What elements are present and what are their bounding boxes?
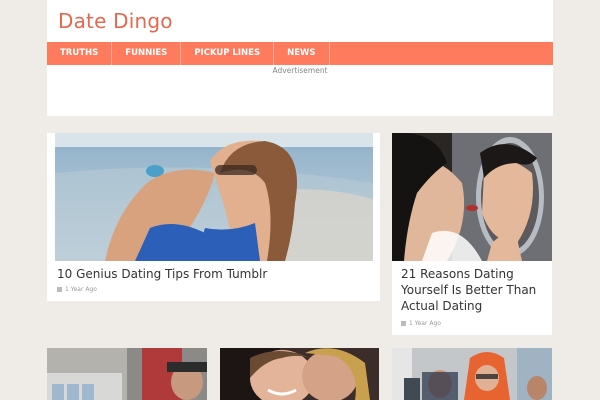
article-card[interactable]: 10 Genius Dating Tips From Tumblr 1 Year… (47, 133, 380, 301)
article-card[interactable]: 21 Reasons Dating Yourself Is Better Tha… (392, 133, 552, 335)
article-card[interactable] (220, 348, 379, 400)
site-title[interactable]: Date Dingo (58, 9, 173, 33)
article-thumbnail[interactable] (392, 348, 552, 400)
article-thumbnail[interactable] (220, 348, 379, 400)
office-photo (47, 348, 207, 400)
article-date: 1 Year Ago (401, 320, 441, 327)
article-card[interactable] (392, 348, 552, 400)
site-header: Date Dingo TRUTHS FUNNIES PICKUP LINES N… (47, 0, 553, 116)
nav-item-truths[interactable]: TRUTHS (47, 42, 113, 65)
nav-item-pickup-lines[interactable]: PICKUP LINES (181, 42, 275, 65)
nav-item-funnies[interactable]: FUNNIES (112, 42, 182, 65)
article-date: 1 Year Ago (57, 286, 97, 293)
beach-photo (55, 133, 373, 261)
main-nav: TRUTHS FUNNIES PICKUP LINES NEWS (47, 42, 553, 65)
article-thumbnail[interactable] (47, 348, 207, 400)
article-thumbnail[interactable] (55, 133, 373, 261)
selfie-photo (220, 348, 379, 400)
nav-item-news[interactable]: NEWS (274, 42, 330, 65)
street-photo (392, 348, 552, 400)
article-card[interactable] (47, 348, 207, 400)
calendar-icon (401, 320, 406, 326)
article-title[interactable]: 21 Reasons Dating Yourself Is Better Tha… (401, 266, 549, 314)
calendar-icon (57, 286, 62, 292)
advertisement-label: Advertisement (272, 66, 328, 75)
article-title[interactable]: 10 Genius Dating Tips From Tumblr (57, 266, 367, 282)
article-thumbnail[interactable] (392, 133, 552, 261)
mirror-kiss-photo (392, 133, 552, 261)
